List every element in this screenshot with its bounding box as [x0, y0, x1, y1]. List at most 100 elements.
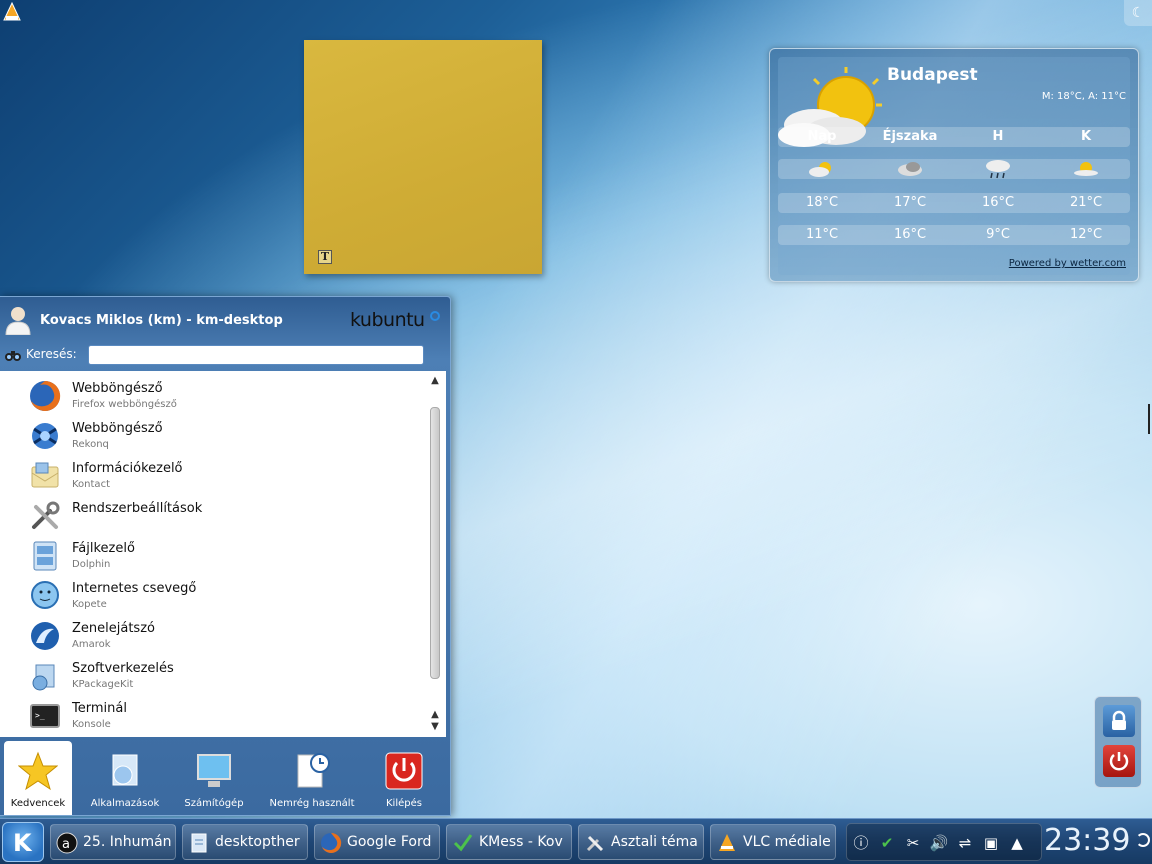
task-desktop-theme[interactable]: Asztali téma — [578, 824, 704, 860]
day-header: H — [992, 129, 1004, 144]
kpackagekit-icon — [32, 664, 55, 691]
low-temp: 9°C — [986, 227, 1010, 242]
list-item-amarok[interactable]: Zenelejátszó Amarok — [28, 615, 418, 655]
vlc-icon — [719, 834, 735, 851]
partly-sunny-icon — [778, 159, 866, 179]
tab-leave[interactable]: Kilépés — [370, 741, 438, 815]
scrollbar-thumb[interactable] — [430, 407, 440, 679]
sticky-note-widget[interactable]: T — [304, 40, 542, 274]
lock-screen-button[interactable] — [1103, 705, 1135, 737]
tab-label: Alkalmazások — [90, 798, 160, 809]
moon-icon: ☾ — [1131, 5, 1145, 21]
task-firefox[interactable]: Google Ford — [314, 824, 440, 860]
application-launcher-button[interactable]: K — [2, 822, 44, 862]
weather-powered-link[interactable]: Powered by wetter.com — [1009, 258, 1126, 269]
kubuntu-logo-icon — [430, 311, 440, 321]
tab-applications[interactable]: Alkalmazások — [86, 741, 164, 815]
svg-text:a: a — [62, 837, 70, 852]
task-label: Google Ford — [347, 834, 432, 850]
weather-minmax: M: 18°C, A: 11°C — [1041, 91, 1126, 102]
info-icon[interactable]: ⓘ — [851, 833, 871, 853]
item-title: Fájlkezelő — [72, 541, 135, 556]
search-bar: Keresés: — [4, 345, 444, 365]
high-temp: 17°C — [893, 195, 927, 210]
list-item-konsole[interactable]: >_ Terminál Konsole — [28, 695, 418, 735]
svg-text:K: K — [13, 829, 33, 857]
sunny-clouds-icon — [1042, 159, 1130, 179]
item-subtitle: Dolphin — [72, 559, 111, 570]
power-icon — [1109, 752, 1129, 771]
recent-documents-icon — [297, 753, 330, 788]
search-input[interactable] — [88, 345, 424, 365]
system-settings-icon — [32, 501, 60, 529]
binoculars-icon — [5, 351, 21, 361]
scissors-icon[interactable]: ✂ — [903, 833, 923, 853]
applications-icon — [112, 754, 138, 786]
weather-city: Budapest — [887, 65, 978, 85]
brand-logo-text: kubuntu — [350, 309, 425, 331]
digital-clock[interactable]: 23:39 — [1044, 823, 1130, 858]
day-header: Éjszaka — [882, 129, 938, 144]
list-item-dolphin[interactable]: Fájlkezelő Dolphin — [28, 535, 418, 575]
scroll-down-icon[interactable]: ▼ — [428, 721, 442, 733]
audacious-icon: a — [56, 832, 78, 854]
panel-toolbox-icon[interactable] — [1136, 833, 1150, 847]
item-subtitle: Konsole — [72, 719, 111, 730]
lock-icon — [1112, 710, 1126, 730]
settings-icon — [586, 835, 604, 852]
day-header: Nap — [807, 129, 837, 144]
item-title: Rendszerbeállítások — [72, 501, 203, 516]
note-format-button[interactable]: T — [318, 250, 332, 264]
task-label: desktopther — [215, 834, 300, 850]
item-subtitle: Kopete — [72, 599, 107, 610]
desktop-toolbox-button[interactable]: ☾ — [1124, 0, 1152, 26]
scroll-up-icon[interactable]: ▲ — [428, 375, 442, 387]
task-label: Asztali téma — [611, 834, 698, 850]
scroll-up-icon[interactable]: ▲ — [428, 709, 442, 721]
vlc-desktop-icon[interactable] — [2, 2, 22, 22]
item-title: Információkezelő — [72, 461, 183, 476]
task-vlc[interactable]: VLC médiale — [710, 824, 836, 860]
network-icon[interactable]: ▣ — [981, 833, 1001, 853]
item-title: Webböngésző — [72, 421, 163, 436]
list-item-kontact[interactable]: Információkezelő Kontact — [28, 455, 418, 495]
high-temp: 16°C — [981, 195, 1015, 210]
tab-label: Nemrég használt — [269, 798, 355, 809]
item-subtitle: Amarok — [72, 639, 111, 650]
task-label: VLC médiale — [743, 834, 831, 850]
weather-day-headers: Nap Éjszaka H K — [778, 127, 1130, 147]
low-temp: 16°C — [893, 227, 927, 242]
item-title: Internetes csevegő — [72, 581, 197, 596]
list-item-system-settings[interactable]: Rendszerbeállítások — [28, 495, 418, 535]
usb-icon[interactable]: ⇌ — [955, 833, 975, 853]
kickoff-menu: Kovacs Miklos (km) - km-desktop kubuntu … — [0, 296, 451, 816]
tab-label: Kilépés — [386, 798, 422, 809]
list-item-rekonq[interactable]: Webböngésző Rekonq — [28, 415, 418, 455]
high-temp: 21°C — [1069, 195, 1103, 210]
cloudy-night-icon — [866, 159, 954, 179]
firefox-icon — [321, 832, 342, 853]
logout-button[interactable] — [1103, 745, 1135, 777]
star-icon — [18, 751, 58, 791]
tab-favorites[interactable]: Kedvencek — [4, 741, 72, 815]
list-item-kpackagekit[interactable]: Szoftverkezelés KPackageKit — [28, 655, 418, 695]
kopete-icon — [31, 581, 59, 609]
kmess-tray-icon[interactable]: ✔ — [877, 833, 897, 853]
tab-recent[interactable]: Nemrég használt — [264, 741, 360, 815]
tray-expand-icon[interactable]: ▲ — [1007, 833, 1027, 853]
task-kmess[interactable]: KMess - Kov — [446, 824, 572, 860]
list-scrollbar[interactable]: ▲ ▲ ▼ — [428, 375, 442, 735]
task-audacious[interactable]: a 25. Inhumán — [50, 824, 176, 860]
tab-computer[interactable]: Számítógép — [174, 741, 254, 815]
task-document[interactable]: desktopther — [182, 824, 308, 860]
firefox-icon — [30, 380, 61, 411]
favorites-list: Webböngésző Firefox webböngésző Webböngé… — [0, 371, 446, 737]
task-label: 25. Inhumán — [83, 834, 172, 850]
item-title: Terminál — [72, 701, 127, 716]
weather-low-row: 11°C 16°C 9°C 12°C — [778, 225, 1130, 245]
list-item-kopete[interactable]: Internetes csevegő Kopete — [28, 575, 418, 615]
lock-logout-widget — [1094, 696, 1142, 788]
volume-icon[interactable]: 🔊 — [929, 833, 949, 853]
list-item-firefox[interactable]: Webböngésző Firefox webböngésző — [28, 375, 418, 415]
rekonq-icon — [32, 423, 58, 449]
